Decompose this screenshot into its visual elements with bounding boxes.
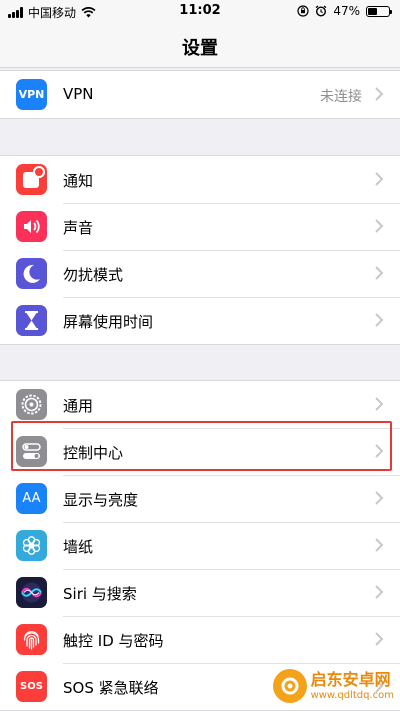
settings-row-label: 显示与亮度 [63,491,139,509]
watermark: 启东安卓网 www.qdltdq.com [272,669,394,703]
settings-row-label: VPN [63,85,94,103]
watermark-logo-icon [272,669,307,703]
vpn-icon-text: VPN [18,88,45,101]
settings-row-label: 勿扰模式 [63,266,124,284]
chevron-right-icon [375,491,384,505]
settings-row-notifications[interactable]: 通知 [0,156,400,203]
settings-group-notifications: 通知 声音 勿扰模式 屏幕使用时间 [0,155,400,345]
settings-row-label: 声音 [63,219,94,237]
chevron-right-icon [375,585,384,599]
chevron-right-icon [375,397,384,411]
do-not-disturb-moon-icon [16,258,47,289]
wallpaper-flower-icon [16,530,47,561]
settings-row-touch-id-passcode[interactable]: 触控 ID 与密码 [0,616,400,663]
notifications-icon [16,164,47,195]
display-icon-text: AA [22,491,41,506]
battery-percent: 47% [333,4,360,18]
status-bar: 中国移动 11:02 47% [0,0,400,24]
orientation-lock-icon [297,5,309,17]
battery-icon [366,5,392,17]
chevron-right-icon [375,538,384,552]
touch-id-fingerprint-icon [16,624,47,655]
chevron-right-icon [375,266,384,280]
settings-row-wallpaper[interactable]: 墙纸 [0,522,400,569]
settings-row-screen-time[interactable]: 屏幕使用时间 [0,297,400,344]
settings-group-vpn: VPN VPN 未连接 [0,70,400,119]
highlight-box-control-center [11,421,392,471]
settings-row-label: 墙纸 [63,538,94,556]
chevron-right-icon [375,219,384,233]
settings-row-do-not-disturb[interactable]: 勿扰模式 [0,250,400,297]
navigation-bar: 设置 [0,24,400,68]
chevron-right-icon [375,87,384,101]
settings-row-vpn[interactable]: VPN VPN 未连接 [0,71,400,118]
watermark-name: 启东安卓网 [310,669,391,689]
settings-row-label: 通用 [63,397,94,415]
page-title: 设置 [182,38,218,59]
settings-row-label: Siri 与搜索 [63,585,137,603]
chevron-right-icon [375,172,384,186]
screen-time-hourglass-icon [16,305,47,336]
settings-row-label: SOS 紧急联络 [63,679,159,697]
watermark-url: www.qdltdq.com [310,689,394,701]
settings-row-label: 屏幕使用时间 [63,313,154,331]
settings-row-label: 触控 ID 与密码 [63,632,164,650]
sos-icon-text: SOS [20,681,43,692]
general-gear-icon [16,389,47,420]
vpn-icon: VPN [16,79,47,110]
chevron-right-icon [375,632,384,646]
vpn-status-value: 未连接 [320,89,362,105]
status-right: 47% [297,4,392,18]
settings-row-label: 通知 [63,172,94,190]
sos-icon: SOS [16,671,47,702]
settings-row-display-brightness[interactable]: AA 显示与亮度 [0,475,400,522]
settings-row-sounds[interactable]: 声音 [0,203,400,250]
alarm-clock-icon [315,5,327,17]
display-brightness-aa-icon: AA [16,483,47,514]
chevron-right-icon [375,313,384,327]
siri-icon [16,577,47,608]
sounds-icon [16,211,47,242]
settings-row-siri-search[interactable]: Siri 与搜索 [0,569,400,616]
